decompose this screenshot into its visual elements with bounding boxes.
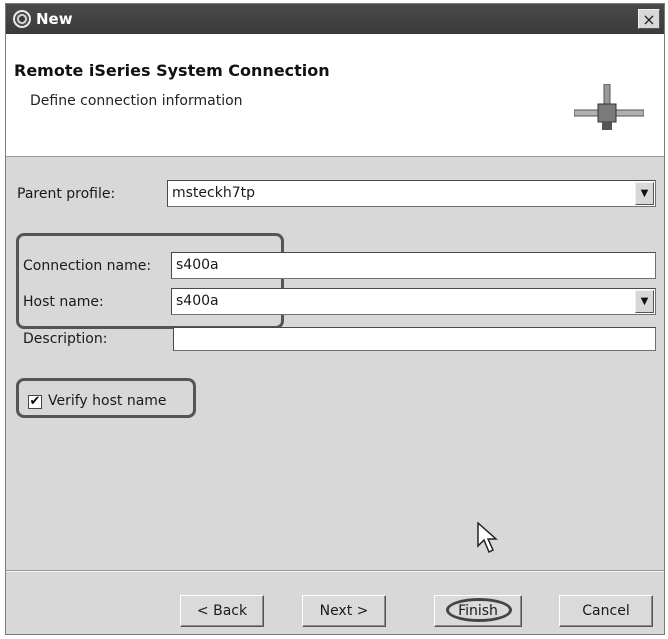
annotation-oval-finish bbox=[446, 598, 512, 622]
chevron-down-icon[interactable]: ▼ bbox=[635, 182, 654, 205]
host-name-select[interactable]: s400a ▼ bbox=[171, 288, 656, 315]
cancel-button[interactable]: Cancel bbox=[559, 595, 653, 627]
connection-name-field[interactable]: s400a bbox=[171, 252, 656, 279]
host-name-label: Host name: bbox=[23, 294, 104, 310]
finish-button[interactable]: Finish bbox=[434, 595, 522, 627]
description-field[interactable] bbox=[173, 327, 656, 351]
title-bar[interactable]: New × bbox=[6, 4, 664, 34]
chevron-down-icon[interactable]: ▼ bbox=[635, 290, 654, 313]
page-description: Define connection information bbox=[30, 93, 243, 109]
back-button[interactable]: < Back bbox=[180, 595, 264, 627]
new-wizard-dialog: New × Remote iSeries System Connection D… bbox=[5, 3, 665, 635]
connection-wizard-icon bbox=[574, 84, 644, 130]
host-name-value: s400a bbox=[176, 293, 219, 309]
connection-name-label: Connection name: bbox=[23, 258, 152, 274]
next-button[interactable]: Next > bbox=[302, 595, 386, 627]
close-button[interactable]: × bbox=[638, 9, 660, 29]
description-label: Description: bbox=[23, 331, 108, 347]
verify-host-label[interactable]: Verify host name bbox=[48, 393, 167, 409]
parent-profile-select[interactable]: msteckh7tp ▼ bbox=[167, 180, 656, 207]
mouse-cursor-icon bbox=[477, 522, 498, 554]
parent-profile-value: msteckh7tp bbox=[172, 185, 255, 201]
eclipse-icon bbox=[13, 10, 31, 28]
window-title: New bbox=[36, 10, 73, 28]
verify-host-checkbox[interactable]: ✔ bbox=[28, 395, 42, 409]
connection-name-value: s400a bbox=[176, 257, 219, 273]
wizard-banner: Remote iSeries System Connection Define … bbox=[6, 34, 664, 157]
parent-profile-label: Parent profile: bbox=[17, 186, 116, 202]
button-separator bbox=[6, 570, 664, 572]
page-title: Remote iSeries System Connection bbox=[14, 61, 330, 80]
